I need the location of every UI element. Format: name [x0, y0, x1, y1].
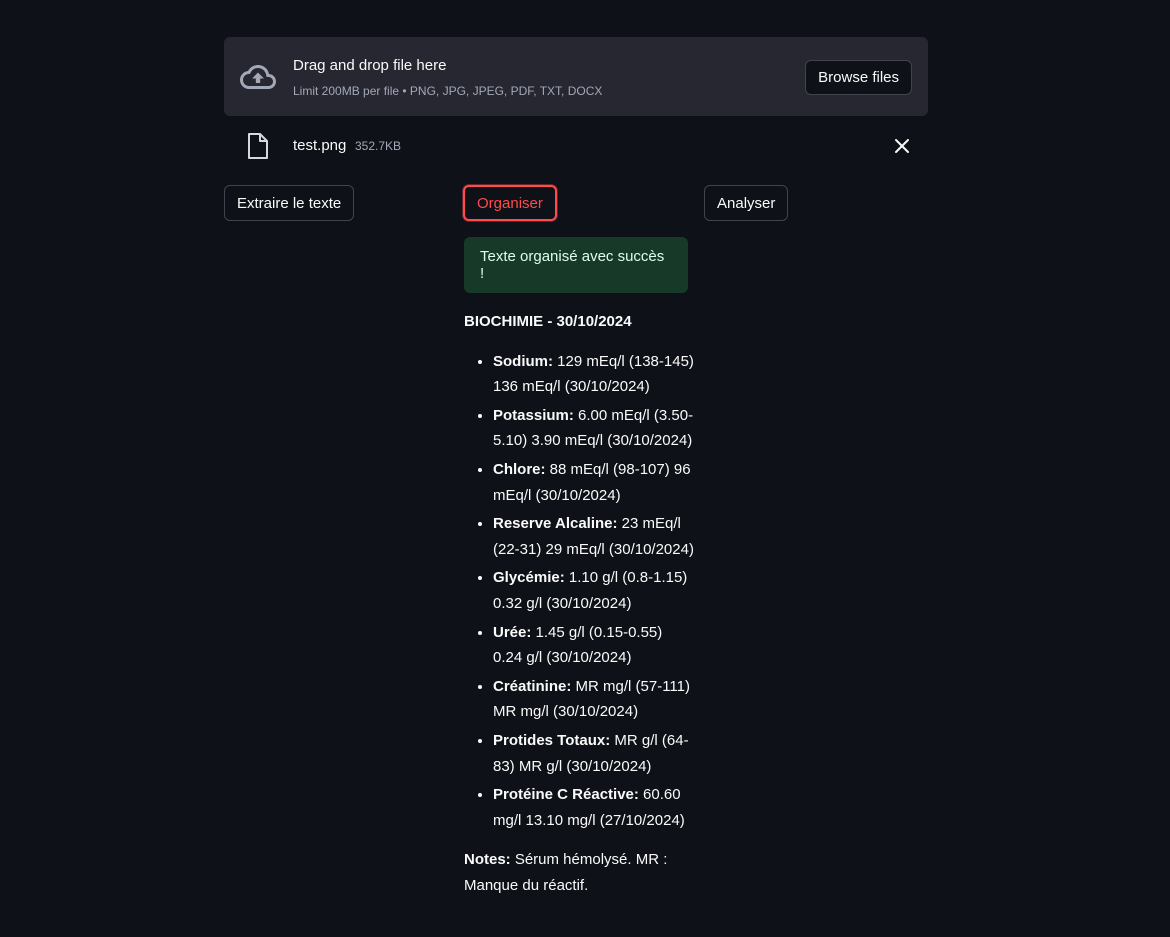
result-item-name: Urée: — [493, 623, 532, 641]
result-item: Créatinine: MR mg/l (57-111) MR mg/l (30… — [493, 674, 694, 725]
result-item-name: Protéine C Réactive: — [493, 786, 639, 804]
cloud-upload-icon — [240, 65, 276, 89]
dropzone-title: Drag and drop file here — [293, 57, 447, 74]
uploaded-file-name: test.png — [293, 137, 347, 154]
result-item-name: Protides Totaux: — [493, 731, 611, 749]
result-item: Reserve Alcaline: 23 mEq/l (22-31) 29 mE… — [493, 511, 694, 562]
uploaded-file-size: 352.7KB — [355, 139, 402, 153]
organized-result: BIOCHIMIE - 30/10/2024 Sodium: 129 mEq/l… — [464, 309, 694, 898]
file-uploader-dropzone[interactable]: Drag and drop file here Limit 200MB per … — [224, 37, 928, 116]
result-item: Sodium: 129 mEq/l (138-145) 136 mEq/l (3… — [493, 349, 694, 400]
close-icon[interactable] — [892, 136, 912, 156]
uploaded-file-row: test.png 352.7KB — [224, 128, 928, 164]
result-item-name: Reserve Alcaline: — [493, 515, 618, 533]
file-icon — [248, 133, 268, 159]
notes-paragraph: Notes: Sérum hémolysé. MR : Manque du ré… — [464, 847, 694, 898]
success-message: Texte organisé avec succès ! — [480, 248, 665, 282]
result-item: Protides Totaux: MR g/l (64-83) MR g/l (… — [493, 728, 694, 779]
extract-text-button[interactable]: Extraire le texte — [224, 185, 355, 221]
result-item-name: Potassium: — [493, 406, 574, 424]
result-item-name: Sodium: — [493, 352, 553, 370]
result-item: Potassium: 6.00 mEq/l (3.50-5.10) 3.90 m… — [493, 403, 694, 454]
success-alert: Texte organisé avec succès ! — [464, 237, 688, 293]
result-item: Protéine C Réactive: 60.60 mg/l 13.10 mg… — [493, 782, 694, 833]
result-item-name: Créatinine: — [493, 677, 572, 695]
result-item-name: Glycémie: — [493, 569, 565, 587]
result-item: Chlore: 88 mEq/l (98-107) 96 mEq/l (30/1… — [493, 457, 694, 508]
result-item: Urée: 1.45 g/l (0.15-0.55) 0.24 g/l (30/… — [493, 620, 694, 671]
result-item-name: Chlore: — [493, 460, 546, 478]
results-list: Sodium: 129 mEq/l (138-145) 136 mEq/l (3… — [464, 349, 694, 834]
organize-button[interactable]: Organiser — [463, 185, 557, 221]
result-item: Glycémie: 1.10 g/l (0.8-1.15) 0.32 g/l (… — [493, 565, 694, 616]
browse-files-button[interactable]: Browse files — [805, 60, 912, 95]
analyze-button[interactable]: Analyser — [704, 185, 789, 221]
notes-label: Notes: — [464, 851, 511, 869]
dropzone-limit-text: Limit 200MB per file • PNG, JPG, JPEG, P… — [293, 84, 603, 98]
result-title: BIOCHIMIE - 30/10/2024 — [464, 313, 632, 330]
